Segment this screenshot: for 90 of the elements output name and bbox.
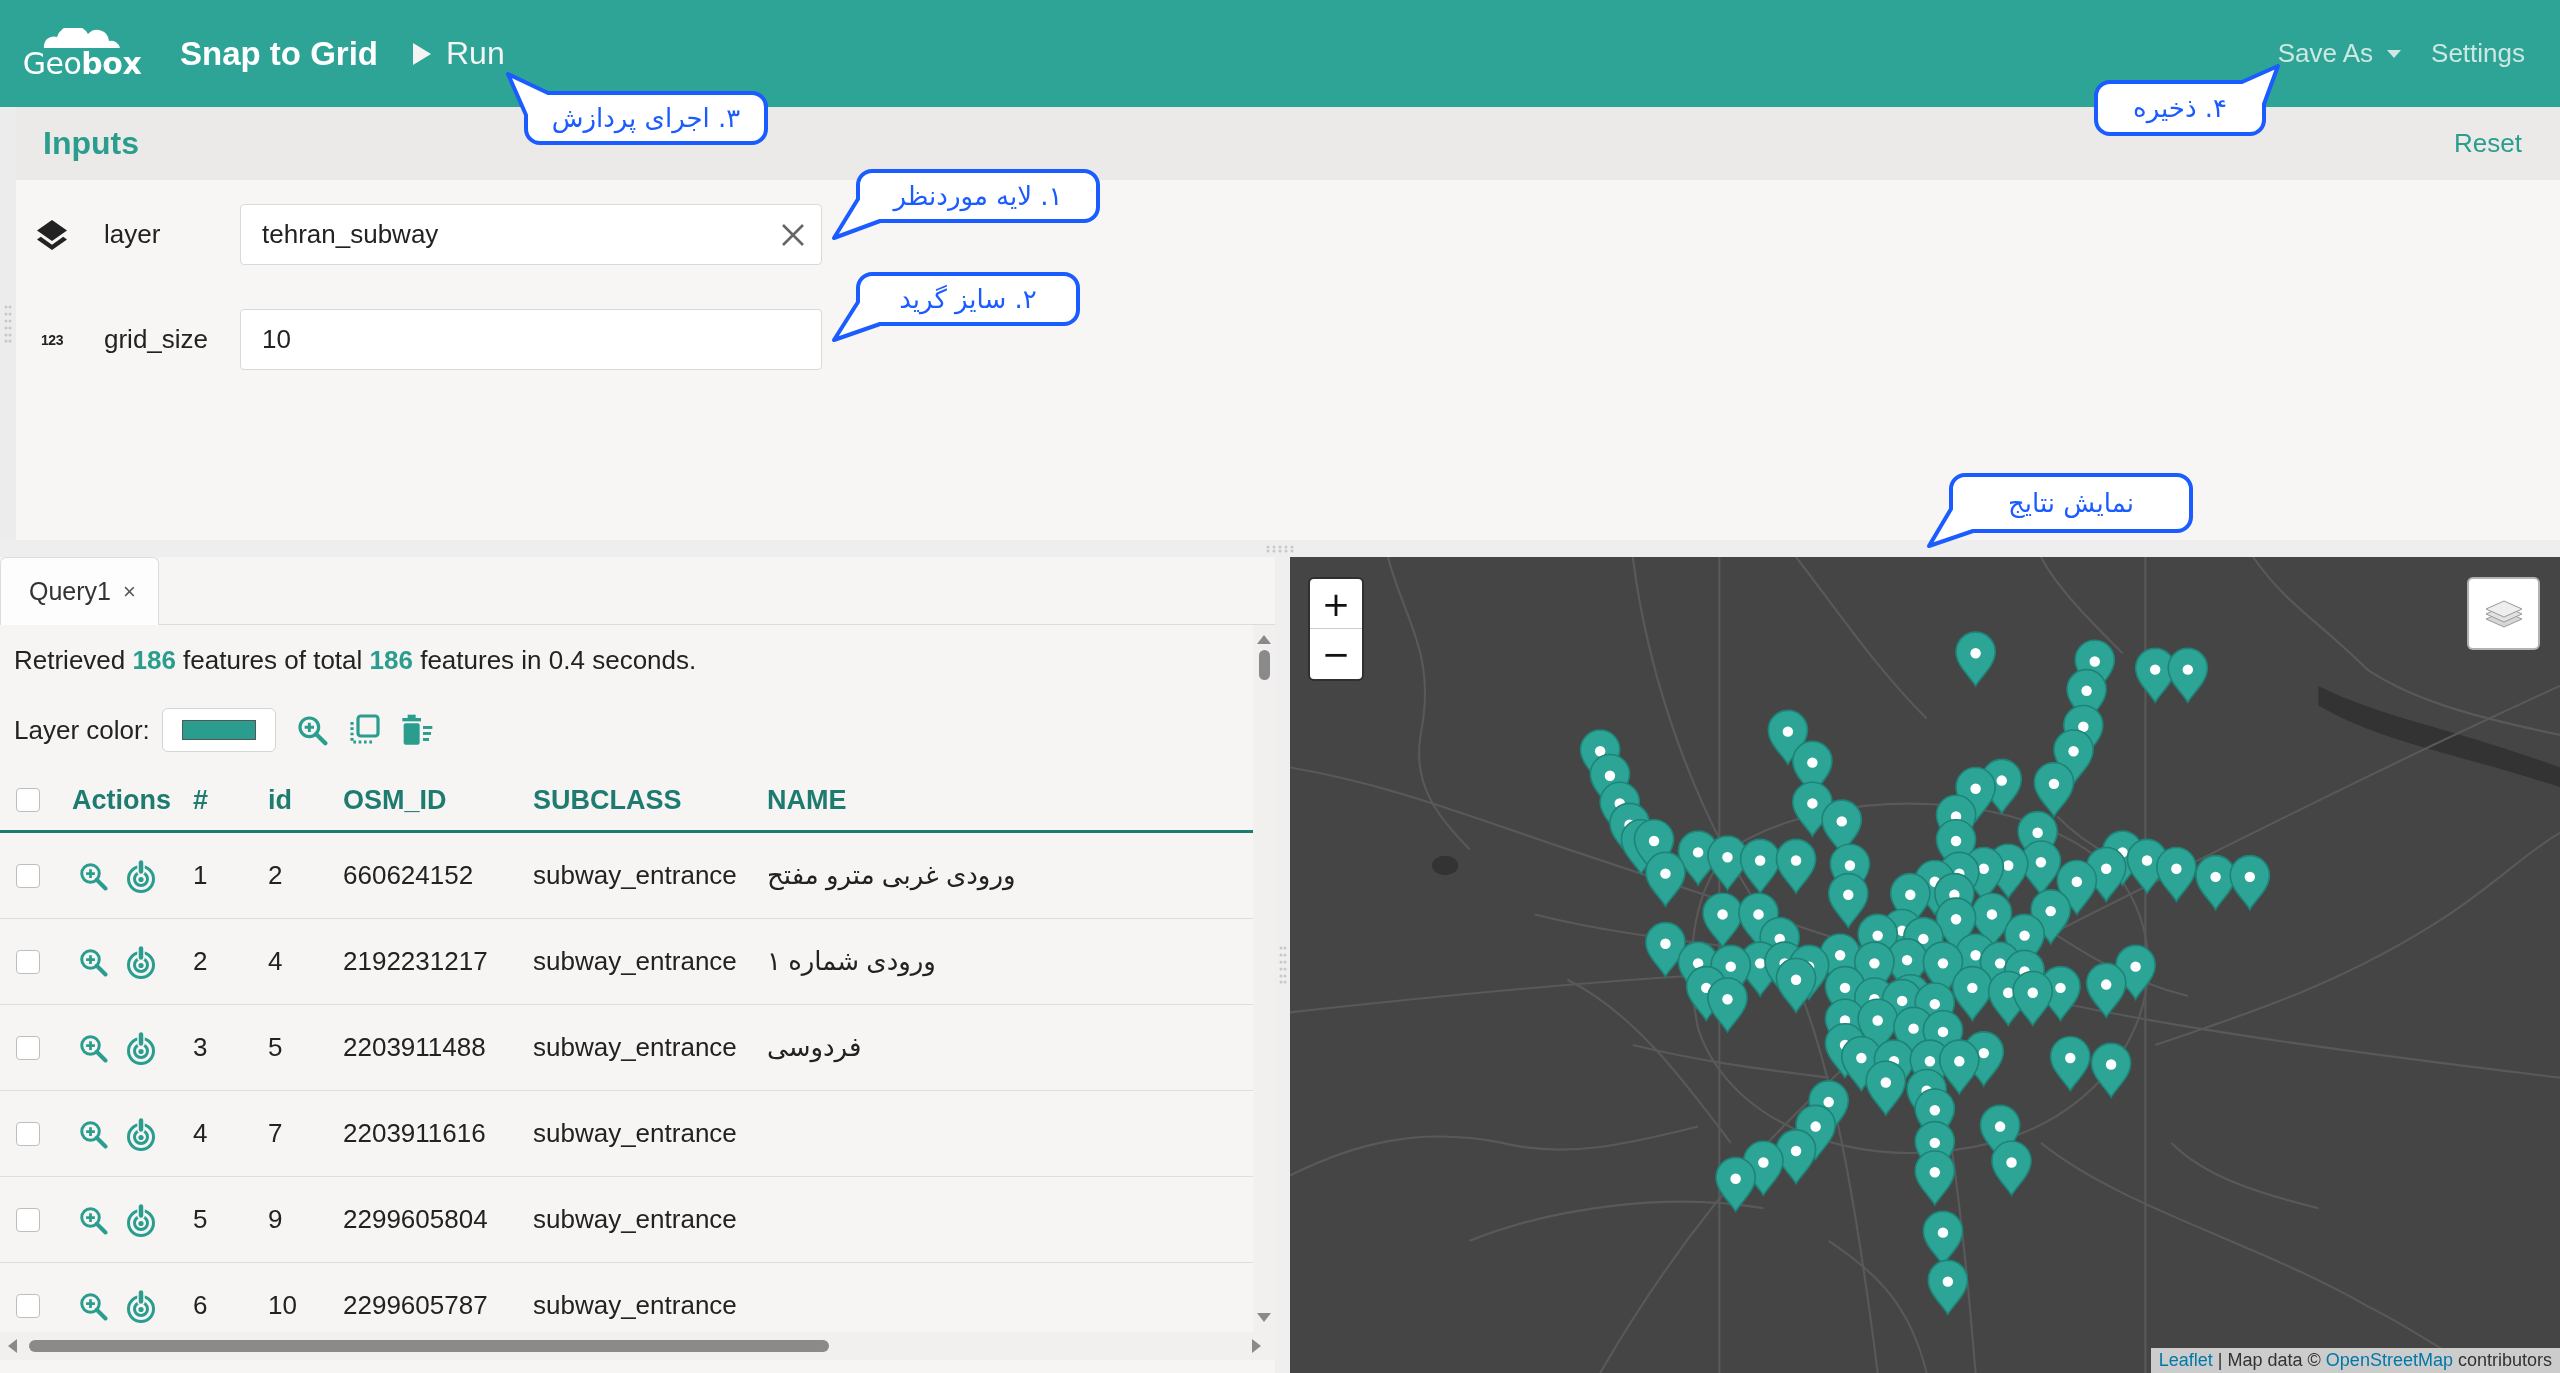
table-cell: 1 <box>193 860 208 890</box>
zoom-in-icon[interactable] <box>78 1032 108 1063</box>
column-header: OSM_ID <box>343 784 448 816</box>
zoom-in-icon[interactable] <box>78 1290 108 1321</box>
ring-alert-icon[interactable] <box>125 1030 157 1065</box>
select-all-checkbox[interactable] <box>16 788 40 812</box>
zoom-out-button[interactable]: − <box>1310 629 1362 679</box>
location-pins[interactable] <box>1579 631 2271 1316</box>
table-cell: subway_entrance <box>533 1032 737 1062</box>
scroll-left-icon[interactable] <box>8 1339 17 1353</box>
zoom-in-icon[interactable] <box>78 1118 108 1149</box>
zoom-in-icon[interactable] <box>78 1204 108 1235</box>
app-title: Snap to Grid <box>180 34 378 73</box>
callout-text: ۲. سایز گرید <box>899 284 1037 314</box>
column-header: NAME <box>767 784 848 816</box>
table-cell: 660624152 <box>343 860 474 890</box>
table-cell: subway_entrance <box>533 860 737 890</box>
drag-handle-icon[interactable] <box>1265 544 1295 553</box>
row-checkbox[interactable] <box>16 949 40 974</box>
table-cell: subway_entrance <box>533 946 737 976</box>
table-cell: فردوسی <box>767 1032 862 1062</box>
table-cell: 6 <box>193 1290 208 1320</box>
table-cell: subway_entrance <box>533 1204 737 1234</box>
table-cell: 2 <box>268 860 283 890</box>
drag-handle-icon[interactable] <box>1278 945 1287 985</box>
tab-close-button[interactable]: × <box>123 578 136 605</box>
field-label: grid_size <box>104 324 210 355</box>
table-cell: 2203911616 <box>343 1118 486 1148</box>
table-cell: subway_entrance <box>533 1118 737 1148</box>
number-type-label: 123 <box>41 331 63 348</box>
table-cell: 2192231217 <box>343 946 488 976</box>
layers-icon <box>37 219 67 250</box>
scrollbar-thumb[interactable] <box>1258 650 1270 680</box>
map-tiles[interactable]: + − Leaflet | Map data © OpenStreetMap contributors <box>1290 557 2560 1373</box>
query-tab[interactable]: Query1 × <box>0 557 159 625</box>
zoom-in-icon[interactable] <box>78 946 108 977</box>
results-summary: Retrieved 186 features of total 186 features in 0.4 seconds. <box>14 645 698 675</box>
layer-switcher-button[interactable] <box>2467 577 2540 650</box>
delete-list-icon[interactable] <box>399 714 434 746</box>
row-checkbox[interactable] <box>16 1121 40 1146</box>
field-label: Layer color: <box>14 714 150 746</box>
drag-handle-icon[interactable] <box>4 303 12 344</box>
table-cell: subway_entrance <box>533 1290 737 1320</box>
scroll-right-icon[interactable] <box>1252 1339 1261 1353</box>
table-cell: 2203911488 <box>343 1032 486 1062</box>
table-cell: 2 <box>193 946 208 976</box>
field-label: layer <box>104 219 162 250</box>
caret-down-icon <box>2387 49 2402 58</box>
table-cell: 4 <box>268 946 283 976</box>
ring-alert-icon[interactable] <box>125 1116 157 1151</box>
callout-text: نمایش نتایج <box>2008 488 2134 518</box>
input-field[interactable]: tehran_subway <box>240 204 822 265</box>
table-cell: 3 <box>193 1032 208 1062</box>
section-title: Inputs <box>43 125 139 162</box>
table-cell: 2299605804 <box>343 1204 488 1234</box>
table-cell: 5 <box>193 1204 208 1234</box>
scroll-up-icon[interactable] <box>1257 635 1271 644</box>
select-box-icon[interactable] <box>347 714 380 746</box>
row-checkbox[interactable] <box>16 1293 40 1318</box>
table-cell: 5 <box>268 1032 283 1062</box>
scrollbar-thumb[interactable] <box>29 1340 829 1352</box>
column-header: id <box>268 784 293 816</box>
zoom-in-icon[interactable] <box>295 714 328 746</box>
zoom-in-button[interactable]: + <box>1310 579 1362 629</box>
horizontal-scrollbar[interactable] <box>0 1332 1275 1360</box>
column-header: SUBCLASS <box>533 784 683 816</box>
play-icon <box>413 42 431 65</box>
row-checkbox[interactable] <box>16 1035 40 1060</box>
table-cell: 7 <box>268 1118 283 1148</box>
callout-text: ۱. لایه موردنظر <box>893 181 1063 211</box>
column-header: # <box>193 784 210 816</box>
color-picker[interactable] <box>161 708 276 752</box>
ring-alert-icon[interactable] <box>125 944 157 979</box>
table-cell: 2299605787 <box>343 1290 488 1320</box>
column-header: Actions <box>72 784 172 816</box>
table-cell: ورودی شماره ۱ <box>767 946 936 976</box>
table-cell: ورودی غربی مترو مفتح <box>767 860 1016 890</box>
input-field[interactable]: 10 <box>240 309 822 370</box>
scroll-down-icon[interactable] <box>1257 1313 1271 1322</box>
table-cell: 10 <box>268 1290 297 1320</box>
table-cell: 9 <box>268 1204 283 1234</box>
zoom-in-icon[interactable] <box>78 860 108 891</box>
row-checkbox[interactable] <box>16 863 40 888</box>
ring-alert-icon[interactable] <box>125 858 157 893</box>
clear-icon[interactable] <box>781 222 805 247</box>
table-cell: 4 <box>193 1118 208 1148</box>
ring-alert-icon[interactable] <box>125 1202 157 1237</box>
ring-alert-icon[interactable] <box>125 1288 157 1323</box>
map-attribution: Leaflet | Map data © OpenStreetMap contributors <box>2150 1348 2560 1373</box>
row-checkbox[interactable] <box>16 1207 40 1232</box>
